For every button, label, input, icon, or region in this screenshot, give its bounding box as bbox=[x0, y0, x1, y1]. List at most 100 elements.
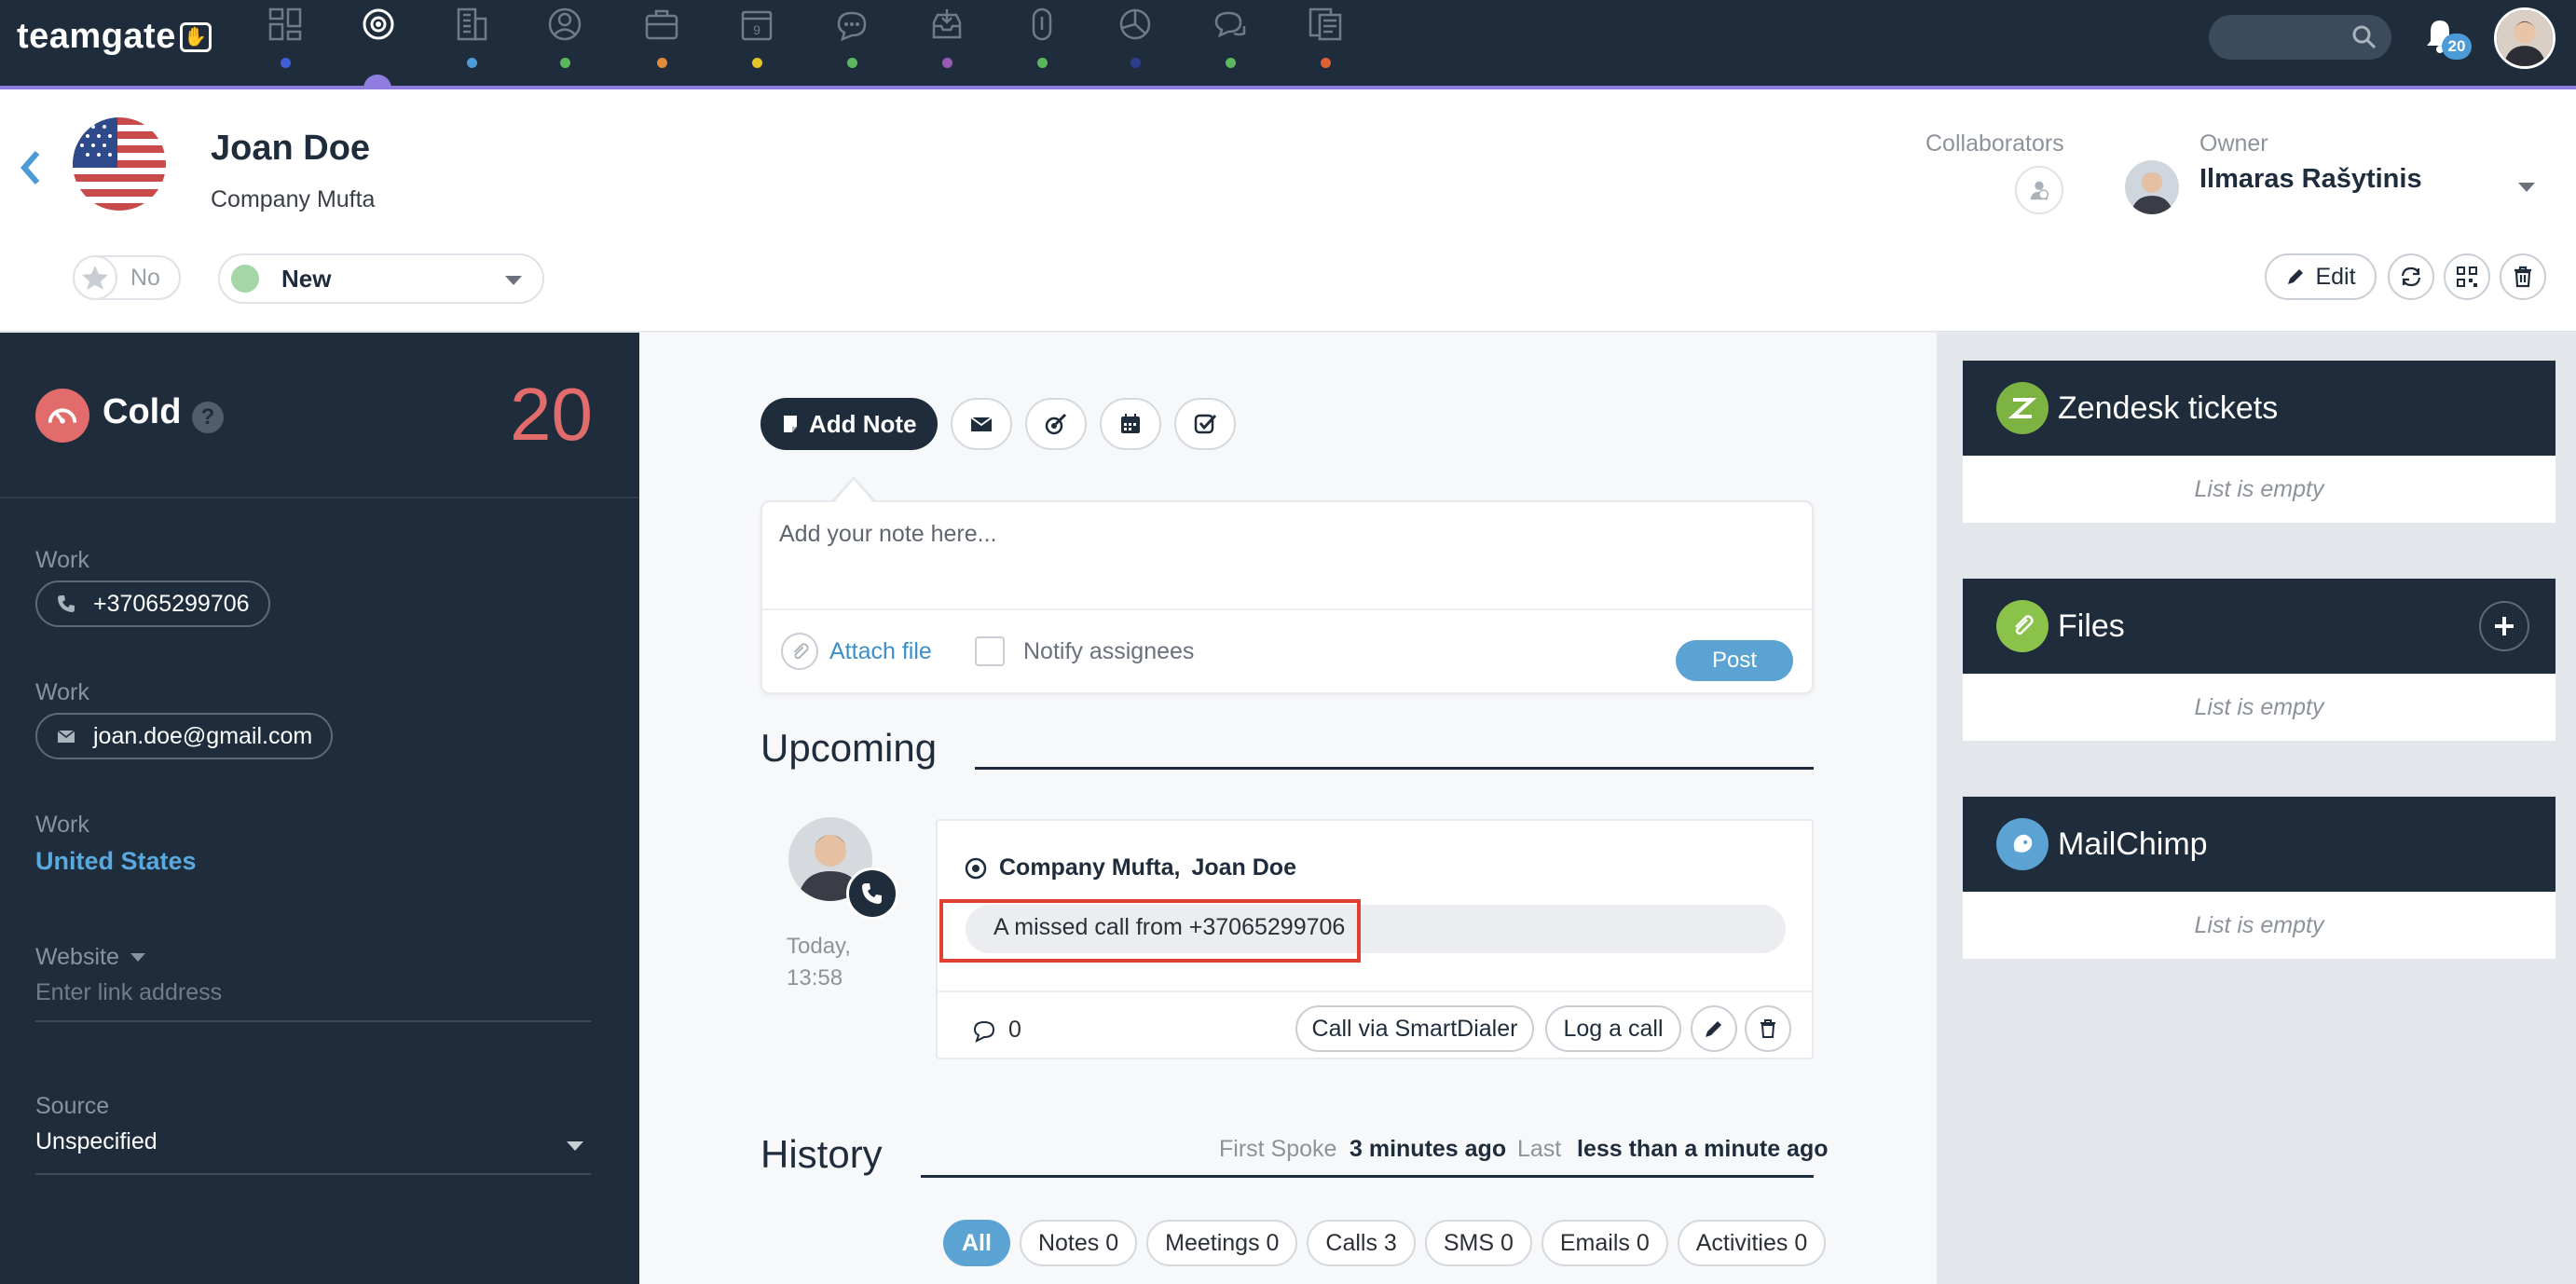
edit-event-button[interactable] bbox=[1691, 1005, 1737, 1052]
email-pill[interactable]: joan.doe@gmail.com bbox=[35, 713, 334, 759]
event-company-link[interactable]: Company Mufta, bbox=[999, 854, 1180, 881]
files-title: Files bbox=[2058, 608, 2125, 644]
comments-button[interactable]: 0 bbox=[971, 1017, 1021, 1044]
contact-details-panel: Cold ? 20 Work +37065299706 Work joan.do… bbox=[0, 333, 639, 1284]
delete-event-button[interactable] bbox=[1745, 1005, 1791, 1052]
nav-dot bbox=[656, 58, 667, 68]
highlight-box bbox=[939, 899, 1361, 963]
phone-pill[interactable]: +37065299706 bbox=[35, 581, 270, 627]
divider bbox=[762, 608, 1812, 610]
nav-chat[interactable] bbox=[815, 0, 889, 86]
filter-notes[interactable]: Notes 0 bbox=[1019, 1220, 1138, 1266]
trash-icon bbox=[1761, 1019, 1775, 1038]
add-file-button[interactable] bbox=[2479, 601, 2529, 651]
filter-activities[interactable]: Activities 0 bbox=[1677, 1220, 1827, 1266]
comments-icon bbox=[1210, 4, 1251, 45]
global-search[interactable] bbox=[2209, 15, 2391, 60]
nav-reports[interactable] bbox=[1098, 0, 1172, 86]
task-action-button[interactable] bbox=[1173, 398, 1236, 450]
comment-icon bbox=[973, 1020, 995, 1043]
source-dropdown[interactable]: Unspecified bbox=[35, 1128, 591, 1175]
source-label: Source bbox=[35, 1093, 110, 1119]
deal-action-button[interactable] bbox=[1024, 398, 1087, 450]
nav-documents[interactable] bbox=[1288, 0, 1363, 86]
first-spoke-label: First Spoke bbox=[1219, 1136, 1337, 1162]
refresh-button[interactable] bbox=[2388, 253, 2434, 300]
calendar-icon: 9 bbox=[736, 4, 777, 45]
nav-dashboard[interactable] bbox=[248, 0, 322, 86]
event-title: Company Mufta, Joan Doe bbox=[964, 854, 1296, 881]
mailchimp-empty: List is empty bbox=[1963, 892, 2555, 959]
filter-calls[interactable]: Calls 3 bbox=[1307, 1220, 1416, 1266]
nav-calendar[interactable]: 9 bbox=[719, 0, 794, 86]
meeting-action-button[interactable] bbox=[1099, 398, 1161, 450]
edit-button[interactable]: Edit bbox=[2265, 253, 2377, 300]
logo-text: teamgate bbox=[17, 17, 176, 56]
last-spoke: Last bbox=[1517, 1136, 1561, 1163]
website-input[interactable]: Enter link address bbox=[35, 979, 591, 1022]
nav-leads[interactable] bbox=[341, 0, 416, 86]
integrations-panel: Zendesk tickets List is empty Files List… bbox=[1937, 333, 2576, 1284]
phone-icon bbox=[58, 595, 75, 612]
favorite-toggle[interactable]: No bbox=[73, 255, 181, 300]
nav-dot bbox=[1036, 58, 1048, 68]
delete-contact-button[interactable] bbox=[2500, 253, 2546, 300]
mailchimp-icon bbox=[1996, 818, 2048, 870]
chat-icon bbox=[831, 4, 872, 45]
log-a-call-button[interactable]: Log a call bbox=[1545, 1005, 1681, 1052]
help-icon[interactable]: ? bbox=[192, 402, 224, 433]
nav-dot bbox=[559, 58, 570, 68]
nav-dot bbox=[1225, 58, 1236, 68]
mailchimp-title: MailChimp bbox=[2058, 826, 2208, 862]
mailchimp-header[interactable]: MailChimp bbox=[1963, 797, 2555, 892]
nav-messages[interactable] bbox=[1193, 0, 1267, 86]
attach-file-button[interactable]: Attach file bbox=[781, 633, 932, 670]
add-collaborator-icon[interactable] bbox=[2015, 166, 2063, 214]
gauge-icon bbox=[35, 389, 89, 443]
first-spoke: First Spoke bbox=[1219, 1136, 1336, 1163]
plus-icon bbox=[2495, 617, 2514, 635]
filter-meetings[interactable]: Meetings 0 bbox=[1146, 1220, 1298, 1266]
teamgate-logo[interactable]: teamgate ✋ bbox=[17, 17, 212, 57]
note-input[interactable]: Add your note here... bbox=[779, 521, 996, 548]
nav-deals[interactable] bbox=[624, 0, 699, 86]
filter-emails[interactable]: Emails 0 bbox=[1541, 1220, 1668, 1266]
contact-header: Joan Doe Company Mufta No New Collaborat… bbox=[0, 89, 2576, 332]
nav-companies[interactable] bbox=[434, 0, 509, 86]
filter-all[interactable]: All bbox=[943, 1220, 1010, 1266]
status-value: New bbox=[281, 264, 332, 293]
zendesk-header[interactable]: Zendesk tickets bbox=[1963, 361, 2555, 456]
target-pen-icon bbox=[1045, 413, 1066, 435]
back-arrow-icon[interactable] bbox=[17, 147, 43, 188]
zendesk-widget: Zendesk tickets List is empty bbox=[1963, 361, 2555, 523]
note-pointer-fill bbox=[834, 480, 873, 502]
dashboard-icon bbox=[265, 4, 306, 45]
status-color-dot bbox=[231, 265, 259, 293]
notify-assignees-checkbox[interactable]: Notify assignees bbox=[975, 636, 1194, 666]
source-value: Unspecified bbox=[35, 1128, 158, 1154]
filter-sms[interactable]: SMS 0 bbox=[1424, 1220, 1532, 1266]
add-note-button[interactable]: Add Note bbox=[760, 398, 938, 450]
briefcase-icon bbox=[641, 4, 682, 45]
activity-feed: Add Note Add your note here... Attach fi… bbox=[639, 333, 1937, 1284]
status-dropdown[interactable]: New bbox=[218, 253, 544, 304]
divider bbox=[938, 990, 1812, 992]
chevron-down-icon bbox=[505, 276, 522, 285]
event-person-link[interactable]: Joan Doe bbox=[1191, 854, 1296, 881]
qr-code-button[interactable] bbox=[2444, 253, 2490, 300]
call-via-smartdialer-button[interactable]: Call via SmartDialer bbox=[1295, 1005, 1534, 1052]
upcoming-heading: Upcoming bbox=[760, 726, 938, 770]
add-note-label: Add Note bbox=[809, 409, 917, 438]
notification-count-badge: 20 bbox=[2442, 34, 2472, 60]
post-button[interactable]: Post bbox=[1676, 640, 1793, 681]
nav-inbox[interactable] bbox=[910, 0, 984, 86]
mailchimp-widget: MailChimp List is empty bbox=[1963, 797, 2555, 959]
nav-people[interactable] bbox=[528, 0, 602, 86]
website-type-dropdown[interactable]: Website bbox=[35, 944, 145, 971]
nav-files[interactable] bbox=[1005, 0, 1079, 86]
email-action-button[interactable] bbox=[950, 398, 1012, 450]
contact-company-link[interactable]: Company Mufta bbox=[211, 186, 375, 213]
country-link[interactable]: United States bbox=[35, 847, 197, 876]
nav-dot bbox=[466, 58, 477, 68]
user-avatar[interactable] bbox=[2494, 7, 2555, 69]
